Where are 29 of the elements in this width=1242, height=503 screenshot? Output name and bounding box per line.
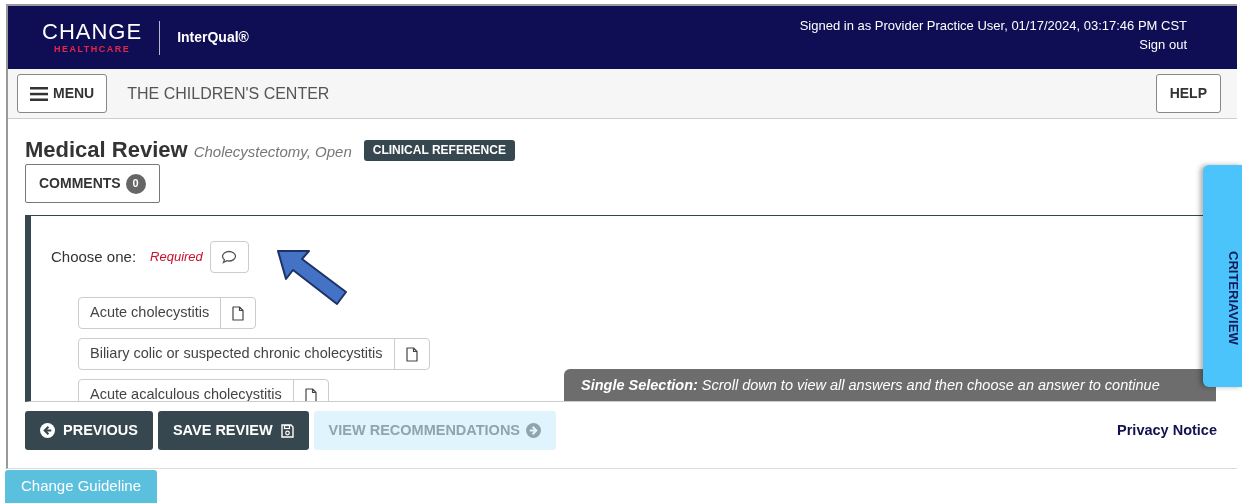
document-icon	[405, 346, 418, 362]
document-icon	[304, 387, 317, 401]
product-name: InterQual®	[177, 28, 249, 47]
speech-bubble-icon	[221, 250, 238, 264]
save-review-button[interactable]: SAVE REVIEW	[157, 411, 309, 450]
left-arrow-circle-icon	[40, 423, 55, 438]
organization-name: THE CHILDREN'S CENTER	[127, 83, 330, 104]
privacy-notice-link[interactable]: Privacy Notice	[1117, 419, 1217, 442]
clinical-reference-badge: CLINICAL REFERENCE	[363, 140, 515, 161]
required-label: Required	[150, 248, 203, 267]
previous-button[interactable]: PREVIOUS	[25, 411, 153, 450]
selection-hint: Single Selection: Scroll down to view all answers and then choose an answer to continue	[564, 369, 1216, 401]
comment-button[interactable]	[209, 241, 249, 273]
signed-in-text: Signed in as Provider Practice User, 01/17/2024, 03:17:46 PM CST	[799, 16, 1187, 35]
menu-button[interactable]: MENU	[17, 74, 108, 113]
criteriaview-tab[interactable]: CRITERIAVIEW	[1203, 165, 1242, 387]
save-icon	[280, 423, 294, 438]
arrow-annotation	[276, 248, 348, 306]
procedure-name: Cholecystectomy, Open	[193, 142, 352, 162]
help-button[interactable]: HELP	[1155, 74, 1221, 113]
menu-icon	[30, 85, 48, 102]
document-icon	[232, 305, 245, 321]
comments-button[interactable]: COMMENTS 0	[25, 164, 160, 203]
comments-count: 0	[125, 173, 146, 194]
question-prompt: Choose one:	[51, 246, 137, 267]
sign-out-link[interactable]: Sign out	[1139, 34, 1187, 54]
right-arrow-circle-icon	[526, 423, 542, 438]
page-title: Medical Review	[25, 137, 188, 163]
logo: CHANGE HEALTHCARE	[42, 21, 143, 54]
